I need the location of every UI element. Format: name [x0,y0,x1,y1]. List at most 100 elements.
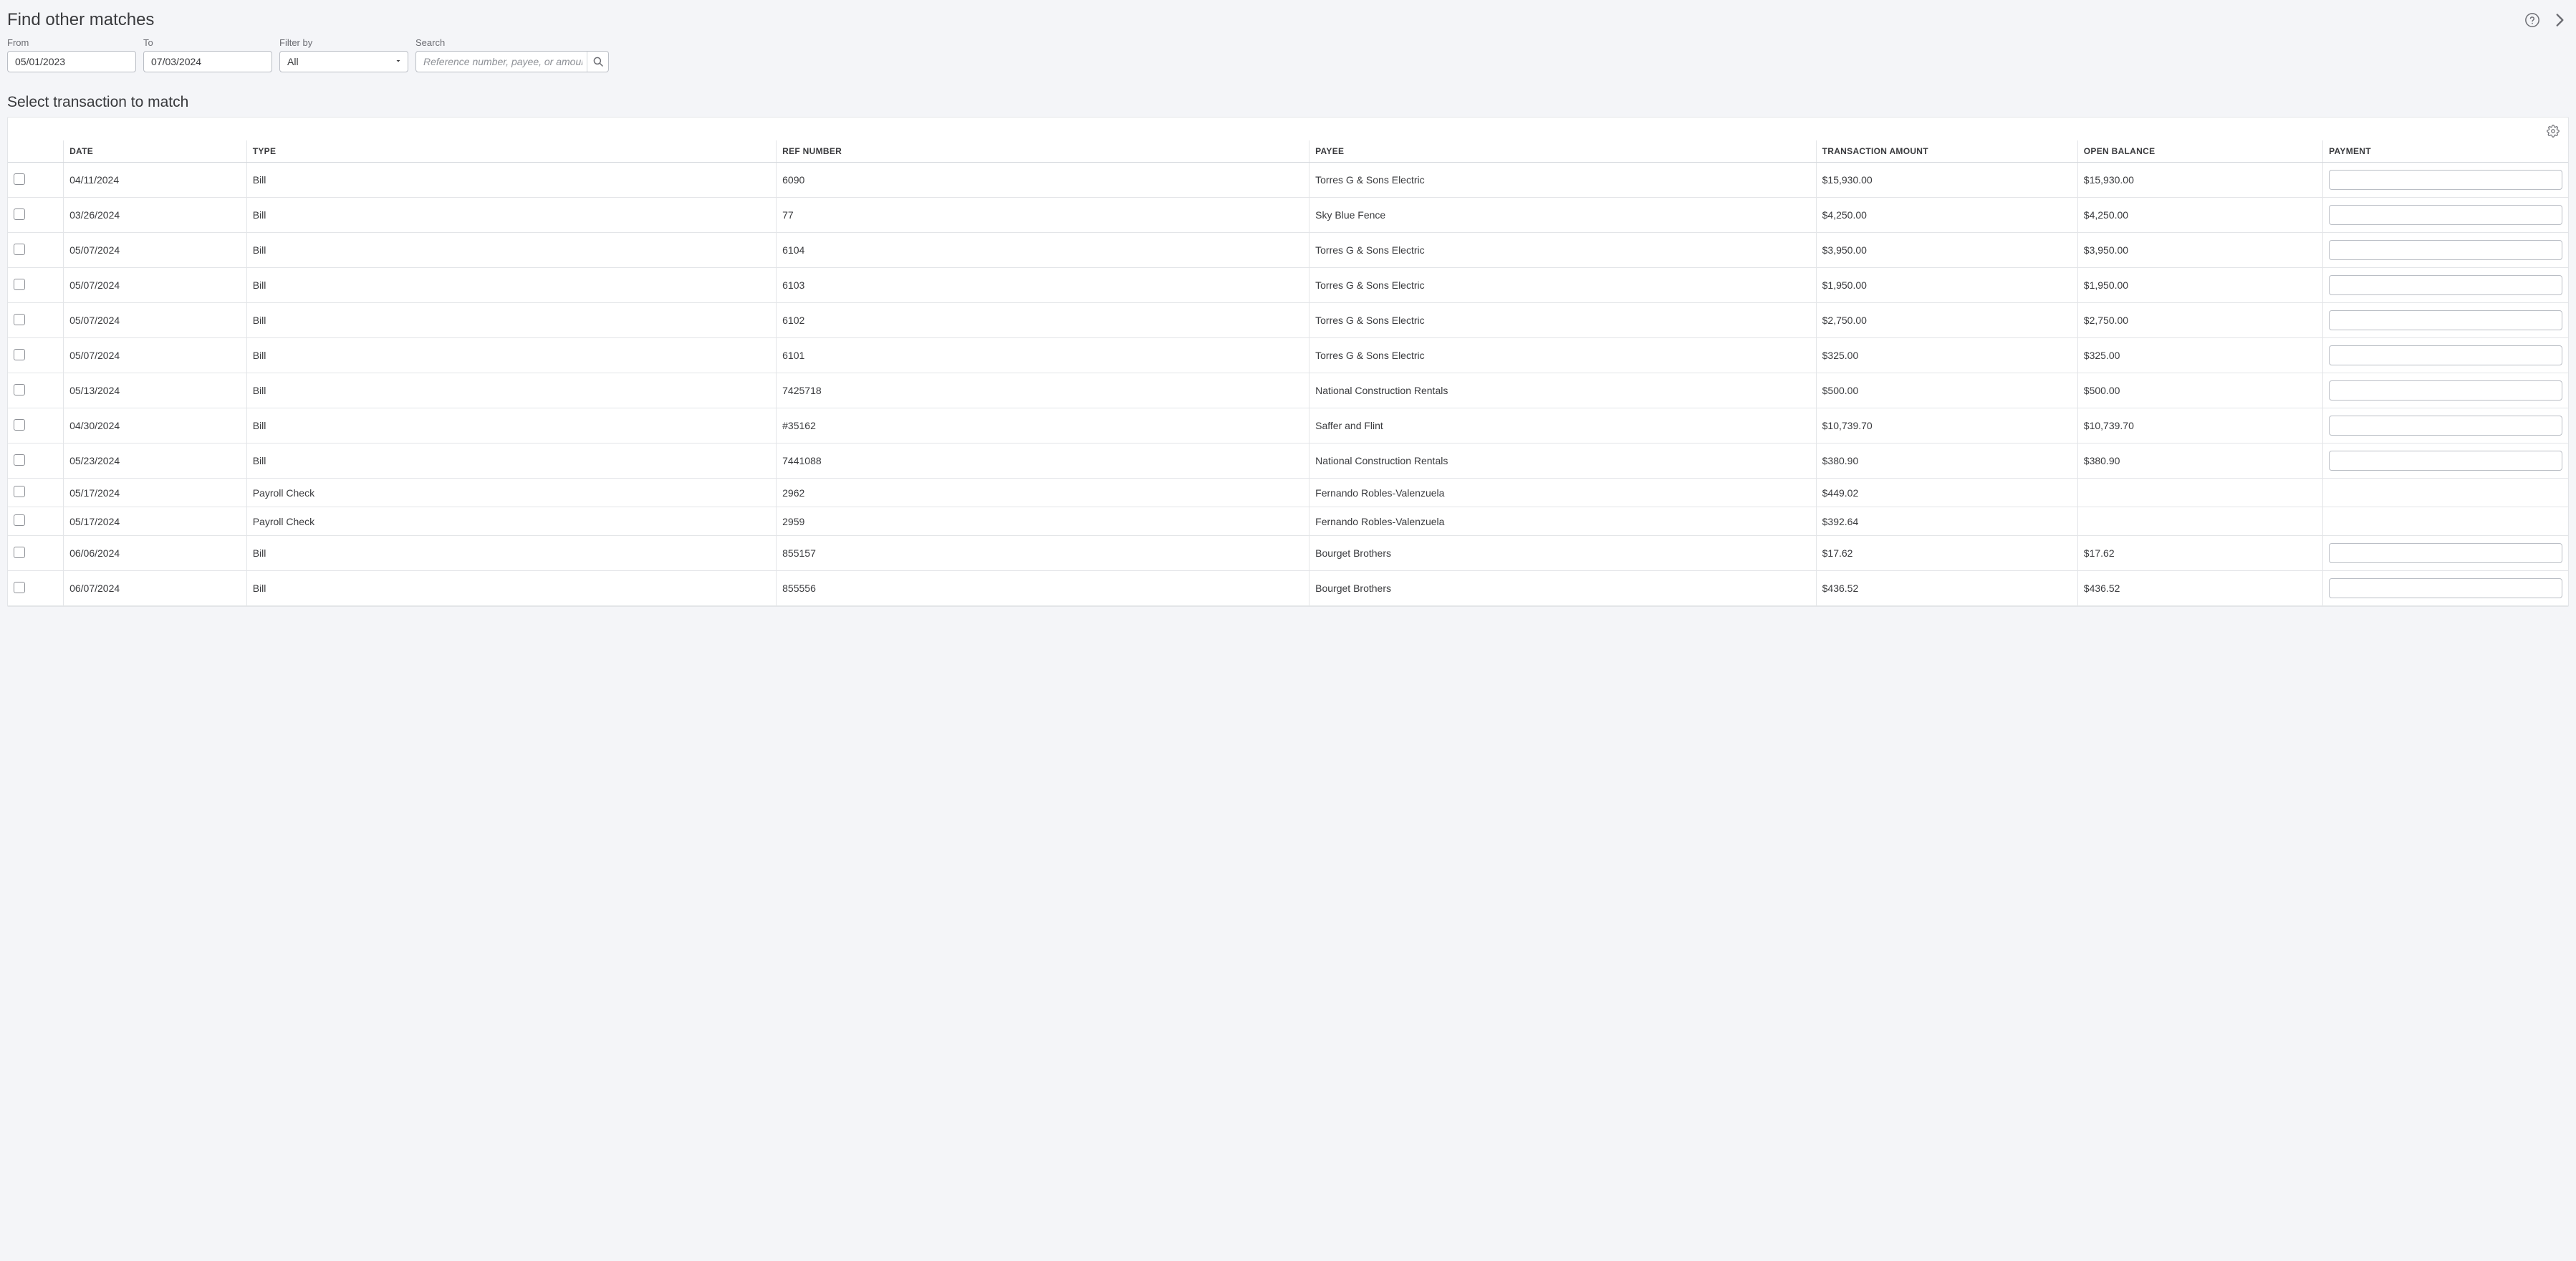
row-checkbox[interactable] [14,419,25,431]
cell-payee: Torres G & Sons Electric [1309,233,1816,268]
payment-input[interactable] [2329,275,2562,295]
from-date-input[interactable] [7,51,136,72]
cell-type: Bill [246,198,776,233]
cell-type: Bill [246,163,776,198]
cell-payee: Fernando Robles-Valenzuela [1309,479,1816,507]
row-checkbox[interactable] [14,384,25,395]
cell-payee: Torres G & Sons Electric [1309,338,1816,373]
row-checkbox[interactable] [14,208,25,220]
col-balance[interactable]: OPEN BALANCE [2077,140,2322,163]
filter-by-select[interactable] [279,51,408,72]
cell-ref: 2962 [777,479,1309,507]
table-row: 05/17/2024Payroll Check2962Fernando Robl… [8,479,2568,507]
cell-payee: Fernando Robles-Valenzuela [1309,507,1816,536]
cell-payment [2323,507,2568,536]
payment-input[interactable] [2329,451,2562,471]
gear-icon[interactable] [2547,125,2560,138]
col-ref[interactable]: REF NUMBER [777,140,1309,163]
table-row: 04/30/2024Bill#35162Saffer and Flint$10,… [8,408,2568,443]
cell-payee: National Construction Rentals [1309,373,1816,408]
row-checkbox[interactable] [14,244,25,255]
cell-date: 03/26/2024 [64,198,247,233]
table-row: 04/11/2024Bill6090Torres G & Sons Electr… [8,163,2568,198]
cell-date: 05/17/2024 [64,507,247,536]
cell-payment [2323,408,2568,443]
cell-amount: $10,739.70 [1816,408,2077,443]
cell-ref: 2959 [777,507,1309,536]
cell-amount: $15,930.00 [1816,163,2077,198]
cell-amount: $17.62 [1816,536,2077,571]
cell-type: Bill [246,268,776,303]
cell-balance [2077,507,2322,536]
cell-amount: $4,250.00 [1816,198,2077,233]
help-icon[interactable] [2524,12,2540,28]
row-checkbox[interactable] [14,486,25,497]
payment-input[interactable] [2329,310,2562,330]
to-date-input[interactable] [143,51,272,72]
table-row: 05/07/2024Bill6104Torres G & Sons Electr… [8,233,2568,268]
transactions-table: DATE TYPE REF NUMBER PAYEE TRANSACTION A… [8,140,2568,606]
cell-amount: $436.52 [1816,571,2077,606]
payment-input[interactable] [2329,345,2562,365]
row-checkbox[interactable] [14,582,25,593]
col-amount[interactable]: TRANSACTION AMOUNT [1816,140,2077,163]
cell-date: 05/13/2024 [64,373,247,408]
payment-input[interactable] [2329,543,2562,563]
cell-date: 04/11/2024 [64,163,247,198]
cell-payment [2323,198,2568,233]
page-title: Find other matches [7,10,154,30]
to-label: To [143,37,272,48]
cell-payment [2323,268,2568,303]
cell-type: Bill [246,338,776,373]
payment-input[interactable] [2329,170,2562,190]
cell-payee: Bourget Brothers [1309,571,1816,606]
cell-balance [2077,479,2322,507]
cell-ref: 77 [777,198,1309,233]
cell-type: Bill [246,233,776,268]
cell-type: Bill [246,303,776,338]
cell-payment [2323,536,2568,571]
payment-input[interactable] [2329,205,2562,225]
table-row: 06/06/2024Bill855157Bourget Brothers$17.… [8,536,2568,571]
col-payment[interactable]: PAYMENT [2323,140,2568,163]
transactions-table-panel: DATE TYPE REF NUMBER PAYEE TRANSACTION A… [7,117,2569,607]
cell-ref: 855157 [777,536,1309,571]
cell-payment [2323,571,2568,606]
row-checkbox[interactable] [14,173,25,185]
cell-payment [2323,303,2568,338]
cell-ref: 6104 [777,233,1309,268]
col-type[interactable]: TYPE [246,140,776,163]
payment-input[interactable] [2329,240,2562,260]
col-date[interactable]: DATE [64,140,247,163]
cell-type: Bill [246,571,776,606]
payment-input[interactable] [2329,380,2562,401]
cell-payee: Bourget Brothers [1309,536,1816,571]
cell-balance: $1,950.00 [2077,268,2322,303]
cell-amount: $325.00 [1816,338,2077,373]
cell-ref: 6103 [777,268,1309,303]
row-checkbox[interactable] [14,349,25,360]
search-label: Search [415,37,609,48]
table-row: 05/13/2024Bill7425718National Constructi… [8,373,2568,408]
row-checkbox[interactable] [14,547,25,558]
filter-by-label: Filter by [279,37,408,48]
payment-input[interactable] [2329,578,2562,598]
cell-payee: Torres G & Sons Electric [1309,163,1816,198]
payment-input[interactable] [2329,416,2562,436]
cell-ref: 7441088 [777,443,1309,479]
search-input[interactable] [415,51,609,72]
chevron-right-icon[interactable] [2550,11,2569,29]
cell-balance: $17.62 [2077,536,2322,571]
row-checkbox[interactable] [14,454,25,466]
row-checkbox[interactable] [14,514,25,526]
row-checkbox[interactable] [14,314,25,325]
search-icon[interactable] [587,52,608,72]
cell-amount: $500.00 [1816,373,2077,408]
cell-amount: $3,950.00 [1816,233,2077,268]
col-payee[interactable]: PAYEE [1309,140,1816,163]
cell-payee: Torres G & Sons Electric [1309,303,1816,338]
table-row: 03/26/2024Bill77Sky Blue Fence$4,250.00$… [8,198,2568,233]
cell-balance: $3,950.00 [2077,233,2322,268]
cell-payment [2323,443,2568,479]
row-checkbox[interactable] [14,279,25,290]
